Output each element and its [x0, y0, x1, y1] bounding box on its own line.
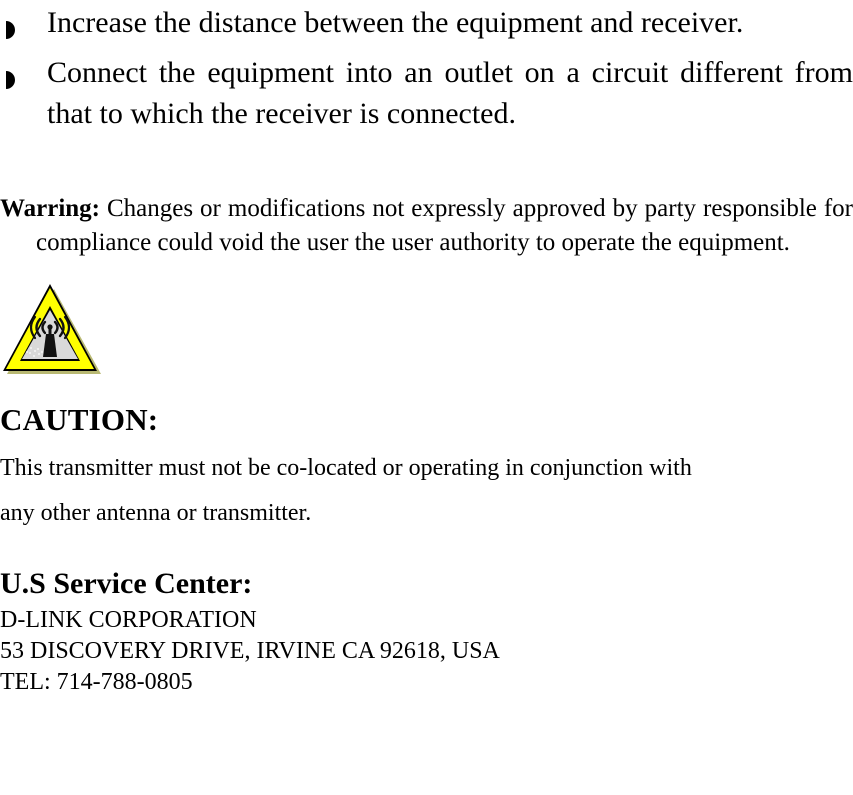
- warning-lead-label: Warring:: [0, 195, 100, 222]
- service-center-street: 53 DISCOVERY DRIVE, IRVINE CA 92618, USA: [0, 638, 500, 664]
- half-filled-circle-pointer-icon: [0, 10, 20, 39]
- interference-remedy-list: Increase the distance between the equipm…: [0, 0, 853, 134]
- caution-heading: CAUTION:: [0, 402, 159, 437]
- service-center-phone: TEL: 714-788-0805: [0, 669, 193, 695]
- document-page: Increase the distance between the equipm…: [0, 0, 853, 795]
- service-center-address: D-LINK CORPORATION 53 DISCOVERY DRIVE, I…: [0, 602, 853, 698]
- caution-body-line: This transmitter must not be co-located …: [0, 455, 692, 481]
- warning-paragraph: Warring: Changes or modifications not ex…: [0, 134, 853, 260]
- warning-body-text: Changes or modifications not expressly a…: [36, 195, 853, 256]
- list-item-label: Connect the equipment into an outlet on …: [47, 56, 853, 130]
- rf-radiation-warning-triangle-icon: [3, 284, 101, 374]
- service-center-company: D-LINK CORPORATION: [0, 607, 257, 633]
- caution-body: This transmitter must not be co-located …: [0, 438, 853, 536]
- list-item-label: Increase the distance between the equipm…: [47, 6, 744, 39]
- half-filled-circle-pointer-icon: [0, 60, 20, 89]
- caution-body-line: any other antenna or transmitter.: [0, 500, 312, 526]
- service-center-heading: U.S Service Center:: [0, 567, 253, 600]
- warning-icon-container: [0, 260, 853, 382]
- list-item: Increase the distance between the equipm…: [0, 0, 853, 43]
- list-item: Connect the equipment into an outlet on …: [0, 43, 853, 134]
